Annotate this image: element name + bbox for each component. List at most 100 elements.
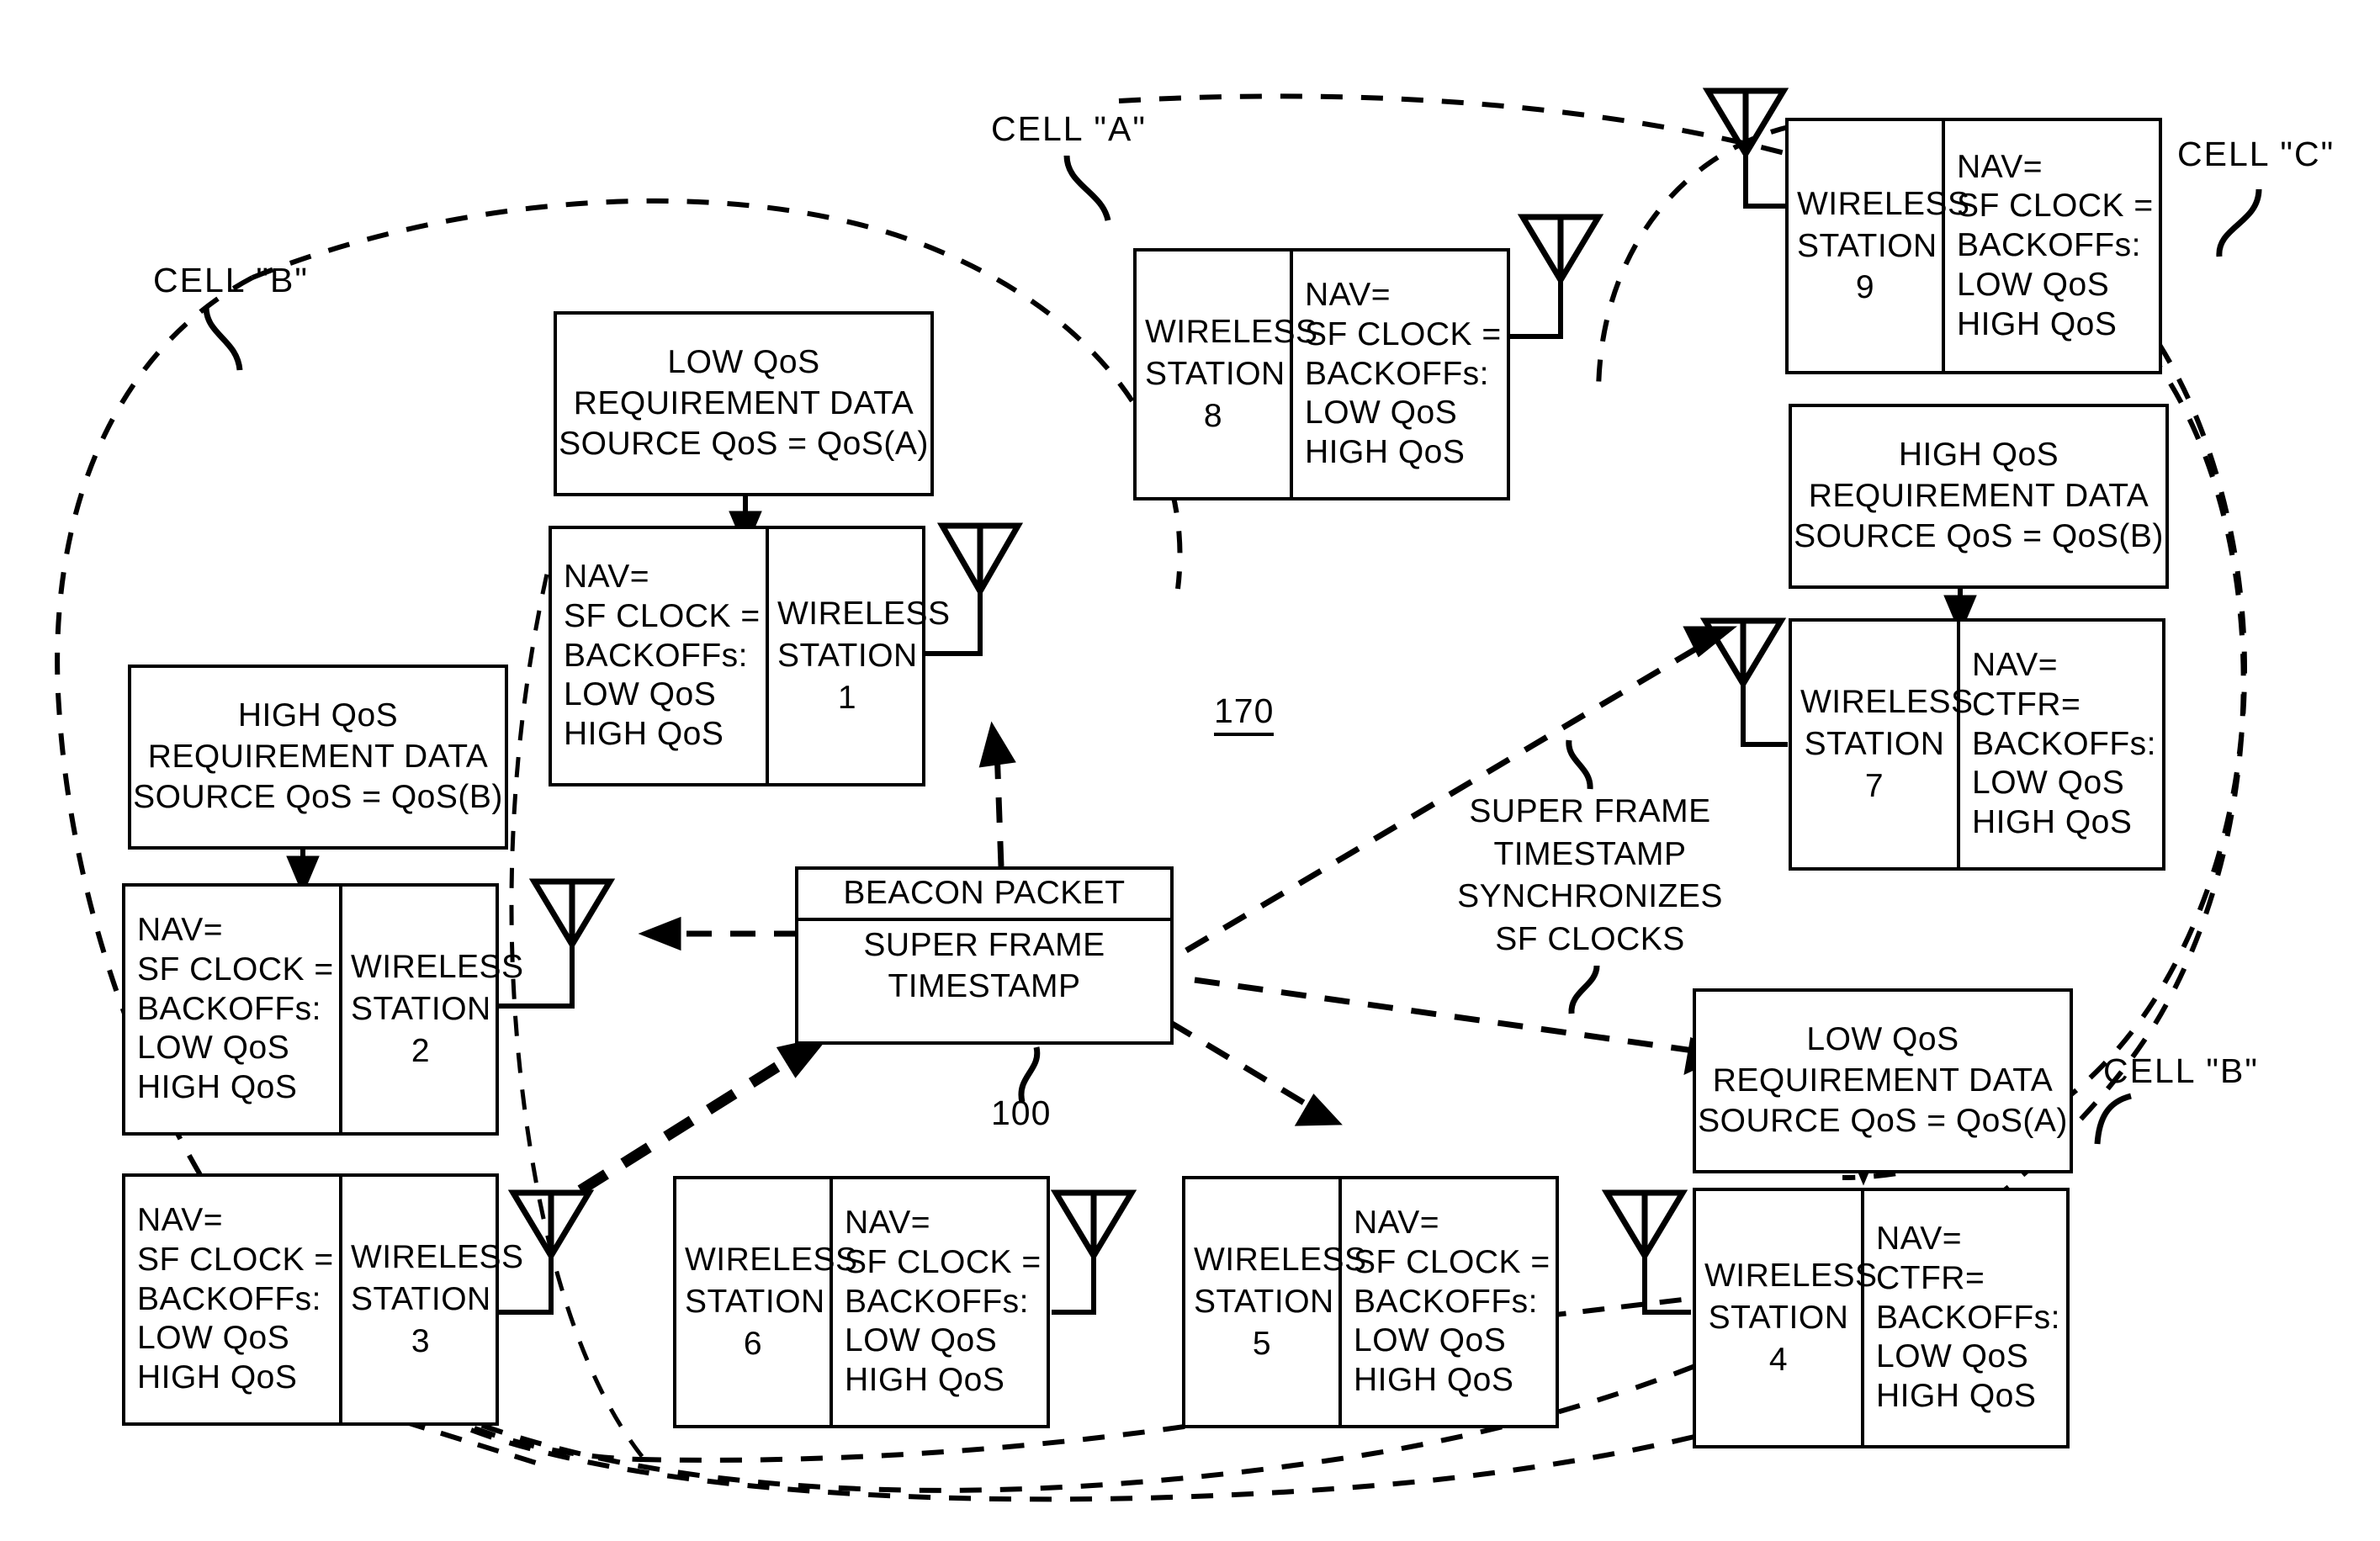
station-8-label-pane: WIRELESS STATION 8 [1137,252,1318,497]
patent-figure-canvas: LOW QoS REQUIREMENT DATA SOURCE QoS = Qo… [0,0,2380,1541]
cell-label-c: CELL "C" [2177,135,2335,173]
antenna-lead-sta4 [1642,1253,1691,1315]
antenna-sta8 [1517,214,1604,286]
station-label-line2: STATION [1145,356,1285,393]
antenna-sta6 [1050,1189,1137,1262]
station-label-line1: WIRELESS [351,949,524,986]
field-low-qos: LOW QoS [845,1322,998,1359]
beacon-arrow-to-sta5 [1168,1019,1343,1126]
cell-b-top-leader [203,306,243,371]
field-clock: SF CLOCK = [1957,188,2154,225]
station-number: 7 [1864,767,1884,804]
antenna-sta2 [528,878,616,951]
station-label-line2: STATION [1194,1284,1334,1321]
station-number: 3 [411,1322,431,1359]
station-number: 2 [411,1032,431,1069]
station-label-line2: STATION [1797,227,1937,264]
station-6-nav-pane: NAV= SF CLOCK = BACKOFFs: LOW QoS HIGH Q… [833,1179,1050,1425]
station-label-line2: STATION [777,638,918,675]
field-nav: NAV= [1305,277,1391,313]
req-line-3: SOURCE QoS = QoS(A) [1698,1103,2068,1140]
antenna-sta9 [1702,87,1789,160]
station-5-nav-pane: NAV= SF CLOCK = BACKOFFs: LOW QoS HIGH Q… [1342,1179,1559,1425]
station-label-line2: STATION [351,991,491,1028]
antenna-lead-sta7 [1741,681,1788,747]
field-high-qos: HIGH QoS [1972,804,2133,841]
requirement-box-low-qos-a-left: LOW QoS REQUIREMENT DATA SOURCE QoS = Qo… [554,311,934,496]
station-label-line1: WIRELESS [1800,684,1974,721]
requirement-box-high-qos-b-right: HIGH QoS REQUIREMENT DATA SOURCE QoS = Q… [1789,404,2169,589]
station-box-2: NAV= SF CLOCK = BACKOFFs: LOW QoS HIGH Q… [122,883,524,1136]
field-clock: CTFR= [1876,1259,1985,1296]
station-box-9: WIRELESS STATION 9 NAV= SF CLOCK = BACKO… [1785,118,2162,374]
beacon-header: BEACON PACKET [798,870,1170,921]
field-backoffs: BACKOFFs: [1957,227,2142,264]
antenna-lead-sta8 [1510,278,1563,339]
station-8-nav-pane: NAV= SF CLOCK = BACKOFFs: LOW QoS HIGH Q… [1293,252,1510,497]
field-high-qos: HIGH QoS [1305,434,1466,471]
field-clock: SF CLOCK = [1354,1243,1550,1280]
station-box-1: NAV= SF CLOCK = BACKOFFs: LOW QoS HIGH Q… [549,526,951,786]
req-line-1: HIGH QoS [237,697,399,734]
station-label-line1: WIRELESS [777,596,951,633]
annotation-leader-top [1566,739,1593,790]
station-label-line1: WIRELESS [351,1239,524,1276]
field-nav: NAV= [845,1205,931,1241]
station-number: 1 [837,679,857,716]
field-low-qos: LOW QoS [1876,1338,2029,1375]
station-number: 6 [743,1325,763,1362]
field-high-qos: HIGH QoS [1957,305,2118,342]
beacon-packet-box: BEACON PACKET SUPER FRAME TIMESTAMP [795,866,1174,1045]
station-label-line1: WIRELESS [1194,1242,1367,1279]
sync-annotation-line1: SUPER FRAME [1469,793,1711,829]
station-box-3: NAV= SF CLOCK = BACKOFFs: LOW QoS HIGH Q… [122,1173,524,1426]
field-low-qos: LOW QoS [1957,266,2110,303]
req-line-3: SOURCE QoS = QoS(B) [133,779,503,816]
field-high-qos: HIGH QoS [137,1359,298,1396]
beacon-arrow-to-sta6 [577,1035,830,1195]
field-backoffs: BACKOFFs: [845,1283,1030,1320]
field-low-qos: LOW QoS [1354,1322,1507,1359]
station-number: 4 [1768,1341,1789,1378]
station-9-nav-pane: NAV= SF CLOCK = BACKOFFs: LOW QoS HIGH Q… [1945,121,2162,371]
requirement-box-low-qos-a-right: LOW QoS REQUIREMENT DATA SOURCE QoS = Qo… [1693,988,2073,1173]
requirement-box-high-qos-b-left: HIGH QoS REQUIREMENT DATA SOURCE QoS = Q… [128,665,508,850]
beacon-body-line2: TIMESTAMP [888,967,1081,1004]
field-high-qos: HIGH QoS [845,1362,1005,1399]
cell-c-leader [2216,188,2262,257]
antenna-sta4 [1601,1189,1688,1262]
station-label-line2: STATION [351,1281,491,1318]
station-box-6: WIRELESS STATION 6 NAV= SF CLOCK = BACKO… [673,1176,1050,1428]
cell-label-a: CELL "A" [991,109,1147,148]
sync-annotation-line4: SF CLOCKS [1495,921,1685,958]
station-label-line1: WIRELESS [1145,314,1318,351]
station-1-nav-pane: NAV= SF CLOCK = BACKOFFs: LOW QoS HIGH Q… [552,529,769,783]
field-backoffs: BACKOFFs: [1876,1299,2061,1336]
field-backoffs: BACKOFFs: [1972,725,2157,762]
beacon-arrow-to-sta1 [978,721,1016,867]
field-low-qos: LOW QoS [137,1030,290,1067]
field-high-qos: HIGH QoS [564,716,724,753]
field-clock: SF CLOCK = [564,597,761,634]
field-low-qos: LOW QoS [564,676,717,713]
station-6-label-pane: WIRELESS STATION 6 [676,1179,857,1425]
req-line-2: REQUIREMENT DATA [573,384,914,421]
station-3-nav-pane: NAV= SF CLOCK = BACKOFFs: LOW QoS HIGH Q… [125,1177,342,1422]
field-clock: SF CLOCK = [1305,315,1502,352]
req-line-3: SOURCE QoS = QoS(B) [1794,518,2164,555]
req-line-1: HIGH QoS [1898,437,2059,474]
field-low-qos: LOW QoS [137,1320,290,1357]
field-clock: CTFR= [1972,686,2081,723]
station-3-label-pane: WIRELESS STATION 3 [342,1177,524,1422]
req-line-2: REQUIREMENT DATA [1808,477,2149,514]
station-4-nav-pane: NAV= CTFR= BACKOFFs: LOW QoS HIGH QoS [1864,1191,2070,1445]
req-line-3: SOURCE QoS = QoS(A) [559,426,929,463]
antenna-sta3 [507,1189,595,1262]
field-nav: NAV= [1957,148,2043,185]
antenna-lead-sta9 [1743,151,1788,209]
antenna-lead-sta6 [1052,1253,1096,1315]
req-line-1: LOW QoS [667,344,820,381]
field-backoffs: BACKOFFs: [137,990,322,1027]
field-nav: NAV= [1354,1205,1440,1241]
sync-annotation-line2: TIMESTAMP [1493,835,1687,872]
